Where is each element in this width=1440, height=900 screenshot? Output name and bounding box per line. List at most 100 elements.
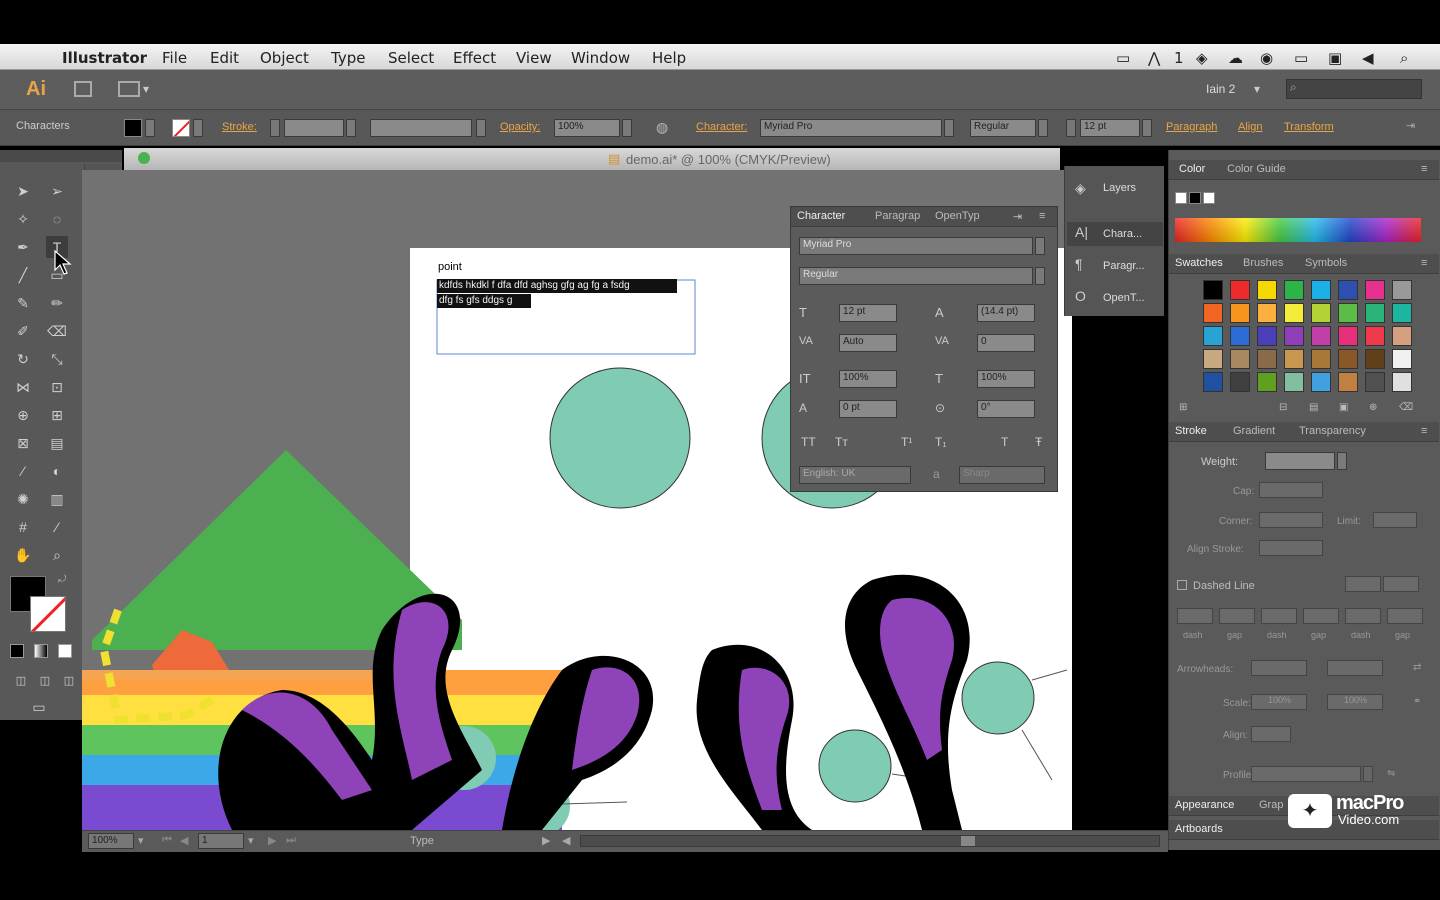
scale-end-field[interactable]: 100% <box>1327 694 1383 710</box>
recolor-icon[interactable]: ◍ <box>656 119 668 136</box>
swatch[interactable] <box>1284 372 1304 392</box>
dash-field-2[interactable] <box>1261 608 1297 624</box>
variable-width-dropdown[interactable] <box>476 119 486 137</box>
dock-layers[interactable]: Layers <box>1103 182 1136 194</box>
dash-align-buttons-2[interactable] <box>1383 576 1419 592</box>
gap-field-2[interactable] <box>1303 608 1339 624</box>
font-size-dropdown[interactable] <box>1142 119 1152 137</box>
sync-icon[interactable]: ◉ <box>1260 49 1273 67</box>
new-swatch-icon[interactable]: ⊕ <box>1369 402 1377 413</box>
gradient-tool-icon[interactable]: ▤ <box>46 432 68 454</box>
artboard-number[interactable]: 1 <box>198 833 244 849</box>
swatch[interactable] <box>1203 280 1223 300</box>
swatch[interactable] <box>1284 303 1304 323</box>
dock-paragraph[interactable]: Paragr... <box>1103 260 1145 272</box>
color-panel-menu-icon[interactable]: ≡ <box>1421 163 1427 175</box>
char-anti-aliasing[interactable]: Sharp <box>959 466 1045 484</box>
swatch[interactable] <box>1257 303 1277 323</box>
mesh-tool-icon[interactable]: ⊠ <box>12 432 34 454</box>
swatch[interactable] <box>1338 349 1358 369</box>
gap-field-3[interactable] <box>1387 608 1423 624</box>
panel-menu-icon[interactable]: ≡ <box>1039 210 1045 222</box>
swatch[interactable] <box>1230 349 1250 369</box>
line-tool-icon[interactable]: ╱ <box>12 264 34 286</box>
variable-width-field[interactable] <box>370 119 472 137</box>
eraser-tool-icon[interactable]: ⌫ <box>46 320 68 342</box>
swatch[interactable] <box>1365 326 1385 346</box>
dock-character[interactable]: Chara... <box>1103 228 1142 240</box>
blob-brush-tool-icon[interactable]: ✐ <box>12 320 34 342</box>
fill-swatch[interactable] <box>124 119 142 137</box>
char-font-family[interactable]: Myriad Pro <box>799 237 1033 255</box>
camera-icon[interactable]: ▭ <box>1116 49 1130 67</box>
char-tracking[interactable]: 0 <box>977 334 1035 352</box>
horizontal-scrollbar[interactable] <box>580 835 1160 847</box>
fill-dropdown[interactable] <box>145 119 155 137</box>
control-font-style[interactable]: Regular <box>970 119 1036 137</box>
swatch[interactable] <box>1311 349 1331 369</box>
swatch[interactable] <box>1284 326 1304 346</box>
chevron-down-icon[interactable]: ▾ <box>143 82 149 96</box>
font-size-stepper[interactable] <box>1066 119 1076 137</box>
next-artboard-icon[interactable]: ▶ <box>268 834 276 847</box>
swatch[interactable] <box>1338 372 1358 392</box>
zoom-dropdown-icon[interactable]: ▾ <box>138 834 144 847</box>
opacity-link[interactable]: Opacity: <box>500 121 540 133</box>
magic-wand-tool-icon[interactable]: ✧ <box>12 208 34 230</box>
swatch[interactable] <box>1311 303 1331 323</box>
swatch[interactable] <box>1230 303 1250 323</box>
opacity-dropdown[interactable] <box>622 119 632 137</box>
layers-icon[interactable]: ◈ <box>1075 180 1086 197</box>
symbol-sprayer-tool-icon[interactable]: ✺ <box>12 488 34 510</box>
dash-align-buttons-1[interactable] <box>1345 576 1381 592</box>
dropbox-icon[interactable]: ◈ <box>1196 49 1208 67</box>
char-baseline-shift[interactable]: 0 pt <box>839 400 897 418</box>
profile-dropdown[interactable] <box>1363 766 1373 782</box>
underline-icon[interactable]: T <box>1001 435 1008 449</box>
tab-symbols[interactable]: Symbols <box>1305 257 1347 269</box>
pen-tool-icon[interactable]: ✒ <box>12 236 34 258</box>
align-stroke-buttons[interactable] <box>1259 540 1323 556</box>
char-language[interactable]: English: UK <box>799 466 911 484</box>
scale-start-field[interactable]: 100% <box>1251 694 1307 710</box>
swatch[interactable] <box>1203 372 1223 392</box>
paragraph-icon[interactable]: ¶ <box>1075 256 1083 272</box>
stroke-color-box[interactable] <box>30 596 66 632</box>
swatch[interactable] <box>1338 280 1358 300</box>
adobe-icon[interactable]: ⋀ <box>1148 49 1160 67</box>
dock-opentype[interactable]: OpenT... <box>1103 292 1145 304</box>
swatch[interactable] <box>1365 349 1385 369</box>
all-caps-icon[interactable]: TT <box>801 435 816 449</box>
white-color-icon[interactable] <box>1203 192 1215 204</box>
dash-field-1[interactable] <box>1177 608 1213 624</box>
black-color-icon[interactable] <box>1189 192 1201 204</box>
blend-tool-icon[interactable]: ◐ <box>46 460 68 482</box>
tab-color-guide[interactable]: Color Guide <box>1227 163 1286 175</box>
menu-type[interactable]: Type <box>331 49 365 67</box>
gap-field-1[interactable] <box>1219 608 1255 624</box>
swatch[interactable] <box>1203 349 1223 369</box>
eyedropper-tool-icon[interactable]: ⁄ <box>12 460 34 482</box>
previous-artboard-icon[interactable]: ◀ <box>180 834 188 847</box>
none-color-icon[interactable] <box>1175 192 1187 204</box>
char-rotation[interactable]: 0° <box>977 400 1035 418</box>
menu-window[interactable]: Window <box>571 49 630 67</box>
slice-tool-icon[interactable]: ⁄ <box>46 516 68 538</box>
profile-select[interactable] <box>1251 766 1361 782</box>
shape-builder-tool-icon[interactable]: ⊕ <box>12 404 34 426</box>
paragraph-link[interactable]: Paragraph <box>1166 121 1217 133</box>
lasso-tool-icon[interactable]: ◌ <box>46 208 68 230</box>
tab-opentype[interactable]: OpenTyp <box>935 210 980 222</box>
menu-view[interactable]: View <box>516 49 552 67</box>
swatch[interactable] <box>1365 280 1385 300</box>
control-font-size[interactable]: 12 pt <box>1080 119 1140 137</box>
draw-behind-icon[interactable]: ◫ <box>34 670 56 692</box>
hand-tool-icon[interactable]: ✋ <box>12 544 34 566</box>
swatch[interactable] <box>1365 372 1385 392</box>
perspective-grid-tool-icon[interactable]: ⊞ <box>46 404 68 426</box>
menu-object[interactable]: Object <box>260 49 309 67</box>
swatch[interactable] <box>1257 326 1277 346</box>
draw-normal-icon[interactable]: ◫ <box>10 670 32 692</box>
tab-transparency[interactable]: Transparency <box>1299 425 1366 437</box>
swatch[interactable] <box>1392 303 1412 323</box>
